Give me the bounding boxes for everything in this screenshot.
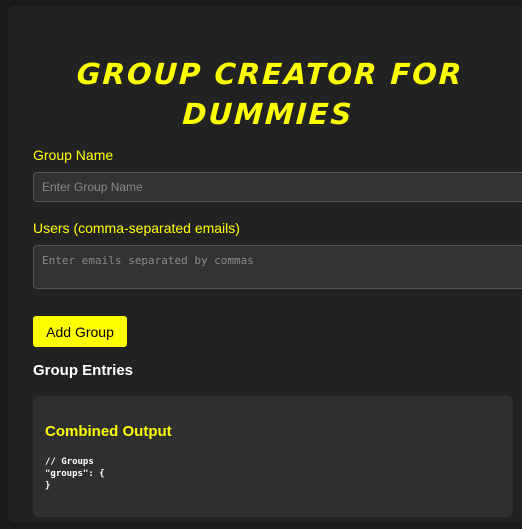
users-label: Users (comma-separated emails)	[33, 220, 240, 236]
combined-output-title: Combined Output	[45, 423, 172, 440]
users-emails-input[interactable]	[33, 245, 522, 289]
page-title-line-2: DUMMIES	[181, 97, 355, 131]
group-name-input[interactable]	[33, 172, 522, 202]
main-card: GROUP CREATOR FOR DUMMIES Group Name Use…	[8, 6, 522, 522]
combined-output-panel: Combined Output // Groups "groups": { }	[33, 396, 513, 517]
page-title-line-1: GROUP CREATOR FOR	[75, 57, 465, 91]
add-group-button[interactable]: Add Group	[33, 316, 127, 347]
group-entries-heading: Group Entries	[33, 362, 134, 379]
group-name-label: Group Name	[33, 147, 114, 163]
combined-output-code: // Groups "groups": { }	[45, 457, 105, 491]
page-title: GROUP CREATOR FOR DUMMIES	[6, 54, 522, 134]
